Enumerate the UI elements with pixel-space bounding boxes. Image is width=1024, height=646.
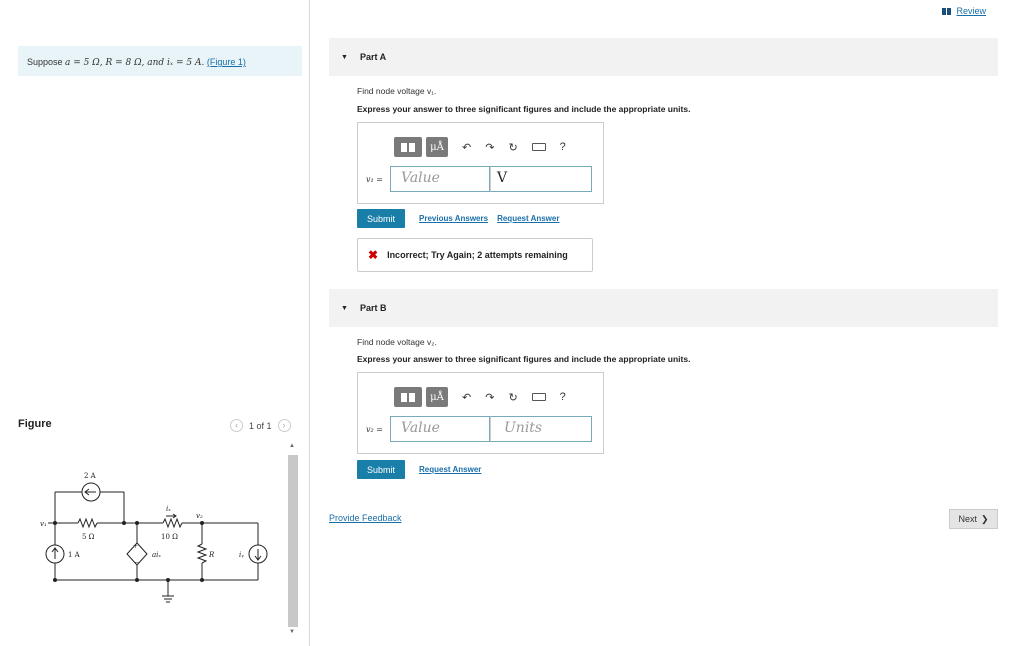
label-v1: v₁ [40, 520, 47, 528]
review-icon [942, 7, 952, 15]
keyboard-icon[interactable] [531, 393, 546, 401]
problem-statement: Suppose a = 5 Ω, R = 8 Ω, and iₓ = 5 A. … [18, 46, 302, 76]
label-2a: 2 A [84, 472, 97, 480]
part-b-submit-button[interactable]: Submit [357, 460, 405, 479]
templates-button[interactable] [394, 137, 422, 157]
scroll-up-arrow-icon[interactable]: ▲ [289, 443, 295, 449]
label-minus: − [134, 559, 139, 566]
label-aix: aiₓ [152, 551, 161, 559]
figure-scrollbar[interactable]: ▲ ▼ [287, 443, 299, 637]
figure-pager: ‹ 1 of 1 › [230, 419, 291, 432]
part-b-title: Part B [359, 303, 387, 313]
v1-value-input[interactable]: Value [390, 166, 490, 192]
previous-answers-link[interactable]: Previous Answers [419, 214, 488, 223]
part-a-submit-button[interactable]: Submit [357, 209, 405, 228]
left-pane: Suppose a = 5 Ω, R = 8 Ω, and iₓ = 5 A. … [0, 0, 310, 646]
v2-label: v₂ = [366, 425, 383, 434]
next-figure-button[interactable]: › [277, 419, 291, 432]
help-icon[interactable]: ? [560, 141, 566, 153]
label-plus: + [133, 543, 138, 550]
redo-icon[interactable]: ↷ [485, 391, 494, 404]
label-iy: iᵧ [239, 551, 244, 559]
part-b-links: Request Answer [419, 465, 481, 474]
part-a-answer-box: μÅ ↶ ↷ ↻ ? v₁ = Value V [357, 122, 604, 204]
part-b-instruction: Express your answer to three significant… [357, 354, 691, 364]
v1-label: v₁ = [366, 175, 383, 184]
templates-button[interactable] [394, 387, 422, 407]
units-button[interactable]: μÅ [426, 137, 448, 157]
v1-units-input[interactable]: V [490, 166, 592, 192]
next-label: Next [958, 514, 977, 524]
part-a-title: Part A [359, 52, 387, 62]
part-a-header[interactable]: ▼ Part A [329, 38, 998, 76]
next-button[interactable]: Next ❯ [949, 509, 998, 529]
collapse-arrow-icon[interactable]: ▼ [341, 54, 348, 61]
feedback-text: Incorrect; Try Again; 2 attempts remaini… [387, 250, 568, 260]
prev-figure-button[interactable]: ‹ [230, 419, 243, 432]
review-link[interactable]: Review [942, 6, 986, 16]
incorrect-x-icon: ✖ [368, 248, 379, 262]
part-a-question: Find node voltage v₁. [357, 86, 437, 96]
scrollbar-thumb[interactable] [288, 455, 298, 627]
incorrect-feedback: ✖ Incorrect; Try Again; 2 attempts remai… [357, 238, 593, 272]
part-b-answer-box: μÅ ↶ ↷ ↻ ? v₂ = Value Units [357, 372, 604, 454]
label-10ohm: 10 Ω [161, 533, 178, 541]
collapse-arrow-icon[interactable]: ▼ [341, 305, 348, 312]
figure-heading: Figure [18, 418, 52, 430]
label-r: R [208, 551, 215, 559]
part-a-links: Previous Answers Request Answer [419, 214, 559, 223]
part-b-header[interactable]: ▼ Part B [329, 289, 998, 327]
label-v2: v₂ [196, 512, 203, 520]
units-button[interactable]: μÅ [426, 387, 448, 407]
math-toolbar: μÅ ↶ ↷ ↻ ? [394, 137, 566, 157]
keyboard-icon[interactable] [531, 143, 546, 151]
v2-units-input[interactable]: Units [490, 416, 592, 442]
review-label[interactable]: Review [956, 6, 986, 16]
provide-feedback-link[interactable]: Provide Feedback [329, 513, 402, 523]
part-b-question: Find node voltage v₂. [357, 337, 437, 347]
figure-link[interactable]: (Figure 1) [207, 57, 246, 67]
undo-icon[interactable]: ↶ [462, 141, 471, 154]
label-1a: 1 A [68, 551, 81, 559]
scroll-down-arrow-icon[interactable]: ▼ [289, 629, 295, 635]
problem-prefix: Suppose [27, 57, 63, 67]
help-icon[interactable]: ? [560, 391, 566, 403]
problem-values: a = 5 Ω, R = 8 Ω, and iₓ = 5 A. [65, 58, 205, 68]
circuit-figure: v₁ v₂ 2 A 1 A 5 Ω 10 Ω iₓ aiₓ + − R iᵧ [40, 472, 268, 603]
label-5ohm: 5 Ω [82, 533, 95, 541]
chevron-right-icon: ❯ [980, 513, 989, 524]
redo-icon[interactable]: ↷ [485, 141, 494, 154]
figure-page-count: 1 of 1 [249, 420, 272, 431]
part-a-request-answer-link[interactable]: Request Answer [497, 214, 559, 223]
part-b-request-answer-link[interactable]: Request Answer [419, 465, 481, 474]
label-ix: iₓ [166, 505, 171, 513]
part-a-instruction: Express your answer to three significant… [357, 104, 691, 114]
undo-icon[interactable]: ↶ [462, 391, 471, 404]
math-toolbar: μÅ ↶ ↷ ↻ ? [394, 387, 566, 407]
v2-value-input[interactable]: Value [390, 416, 490, 442]
reset-icon[interactable]: ↻ [508, 141, 517, 154]
reset-icon[interactable]: ↻ [508, 391, 517, 404]
